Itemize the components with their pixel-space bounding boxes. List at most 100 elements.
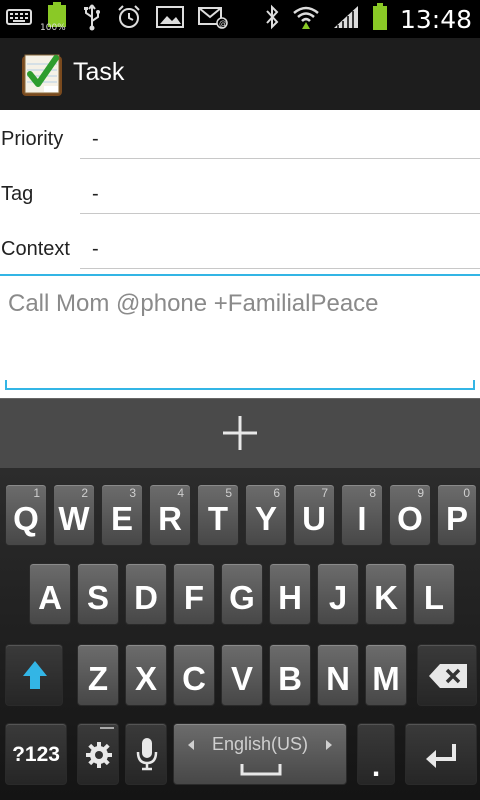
- key-p[interactable]: 0P: [437, 484, 477, 546]
- context-row[interactable]: Context -: [0, 220, 480, 275]
- tag-value[interactable]: -: [92, 183, 99, 206]
- key-label: H: [278, 579, 302, 616]
- key-label: K: [374, 579, 398, 616]
- key-w[interactable]: 2W: [53, 484, 95, 546]
- microphone-key[interactable]: [125, 723, 167, 785]
- key-label: C: [182, 660, 206, 697]
- keyboard-icon: [6, 7, 32, 31]
- key-label: B: [278, 660, 302, 697]
- backspace-key[interactable]: [417, 644, 477, 706]
- key-label: V: [230, 660, 253, 697]
- key-label: O: [397, 500, 423, 537]
- divider: [80, 158, 480, 159]
- page-title: Task: [73, 58, 125, 86]
- key-label: S: [86, 579, 109, 616]
- context-value[interactable]: -: [92, 238, 99, 261]
- key-label: W: [58, 500, 90, 537]
- key-label: R: [158, 500, 182, 537]
- tag-label: Tag: [1, 183, 34, 205]
- key-hint: 2: [81, 486, 88, 500]
- backspace-icon: [428, 663, 468, 694]
- key-hint: 9: [417, 486, 424, 500]
- key-e[interactable]: 3E: [101, 484, 143, 546]
- enter-key[interactable]: [405, 723, 477, 785]
- microphone-icon: [136, 737, 158, 776]
- period-label: .: [371, 750, 381, 783]
- key-hint: 4: [177, 486, 184, 500]
- clock: 13:48: [399, 4, 472, 34]
- symbols-key[interactable]: ?123: [5, 723, 67, 785]
- key-hint: 6: [273, 486, 280, 500]
- battery-percent: 100%: [40, 23, 66, 33]
- key-label: N: [326, 660, 350, 697]
- period-key[interactable]: .: [357, 723, 395, 785]
- key-g[interactable]: G: [221, 563, 263, 625]
- key-o[interactable]: 9O: [389, 484, 431, 546]
- key-hint: 5: [225, 486, 232, 500]
- settings-key[interactable]: [77, 723, 119, 785]
- action-bar: Task: [0, 38, 480, 110]
- key-b[interactable]: B: [269, 644, 311, 706]
- soft-keyboard: 1Q 2W 3E 4R 5T 6Y 7U 8I 9O 0P A S D F G …: [0, 468, 480, 800]
- signal-icon: [332, 4, 360, 34]
- key-hint: 1: [33, 486, 40, 500]
- symbols-label: ?123: [12, 743, 60, 766]
- divider: [80, 268, 480, 269]
- shift-key[interactable]: [5, 644, 63, 706]
- key-l[interactable]: L: [413, 563, 455, 625]
- email-icon: @: [198, 5, 228, 33]
- tag-row[interactable]: Tag -: [0, 165, 480, 220]
- bluetooth-icon: [264, 4, 280, 34]
- battery-charging-icon: [372, 3, 388, 35]
- language-label: English(US): [211, 734, 309, 754]
- key-y[interactable]: 6Y: [245, 484, 287, 546]
- svg-text:@: @: [219, 19, 227, 28]
- key-hint: 0: [463, 486, 470, 500]
- key-j[interactable]: J: [317, 563, 359, 625]
- divider: [80, 213, 480, 214]
- key-t[interactable]: 5T: [197, 484, 239, 546]
- key-label: X: [134, 660, 157, 697]
- key-r[interactable]: 4R: [149, 484, 191, 546]
- key-hint: 7: [321, 486, 328, 500]
- key-f[interactable]: F: [173, 563, 215, 625]
- key-label: T: [207, 500, 229, 537]
- key-z[interactable]: Z: [77, 644, 119, 706]
- note-top-border: [0, 274, 480, 276]
- key-label: F: [183, 579, 205, 616]
- key-x[interactable]: X: [125, 644, 167, 706]
- key-s[interactable]: S: [77, 563, 119, 625]
- key-n[interactable]: N: [317, 644, 359, 706]
- key-k[interactable]: K: [365, 563, 407, 625]
- key-q[interactable]: 1Q: [5, 484, 47, 546]
- key-hint: 8: [369, 486, 376, 500]
- task-checklist-icon[interactable]: [18, 50, 66, 98]
- key-label: G: [229, 579, 255, 616]
- priority-label: Priority: [1, 128, 64, 150]
- key-d[interactable]: D: [125, 563, 167, 625]
- priority-value[interactable]: -: [92, 128, 99, 151]
- key-label: U: [302, 500, 326, 537]
- gallery-icon: [156, 5, 184, 33]
- key-label: Z: [87, 660, 109, 697]
- key-v[interactable]: V: [221, 644, 263, 706]
- plus-icon[interactable]: [222, 415, 258, 451]
- key-u[interactable]: 7U: [293, 484, 335, 546]
- key-i[interactable]: 8I: [341, 484, 383, 546]
- status-bar: @ 100% 13:48: [0, 0, 480, 38]
- key-m[interactable]: M: [365, 644, 407, 706]
- key-c[interactable]: C: [173, 644, 215, 706]
- key-label: Q: [13, 500, 39, 537]
- key-label: A: [38, 579, 62, 616]
- key-label: I: [357, 500, 367, 537]
- key-hint: 3: [129, 486, 136, 500]
- space-key[interactable]: English(US): [173, 723, 347, 785]
- key-h[interactable]: H: [269, 563, 311, 625]
- gear-icon: [85, 741, 113, 774]
- key-a[interactable]: A: [29, 563, 71, 625]
- note-underline: [5, 388, 475, 390]
- task-text-input[interactable]: Call Mom @phone +FamilialPeace: [8, 290, 379, 318]
- priority-row[interactable]: Priority -: [0, 110, 480, 165]
- key-label: D: [134, 579, 158, 616]
- key-label: M: [372, 660, 400, 697]
